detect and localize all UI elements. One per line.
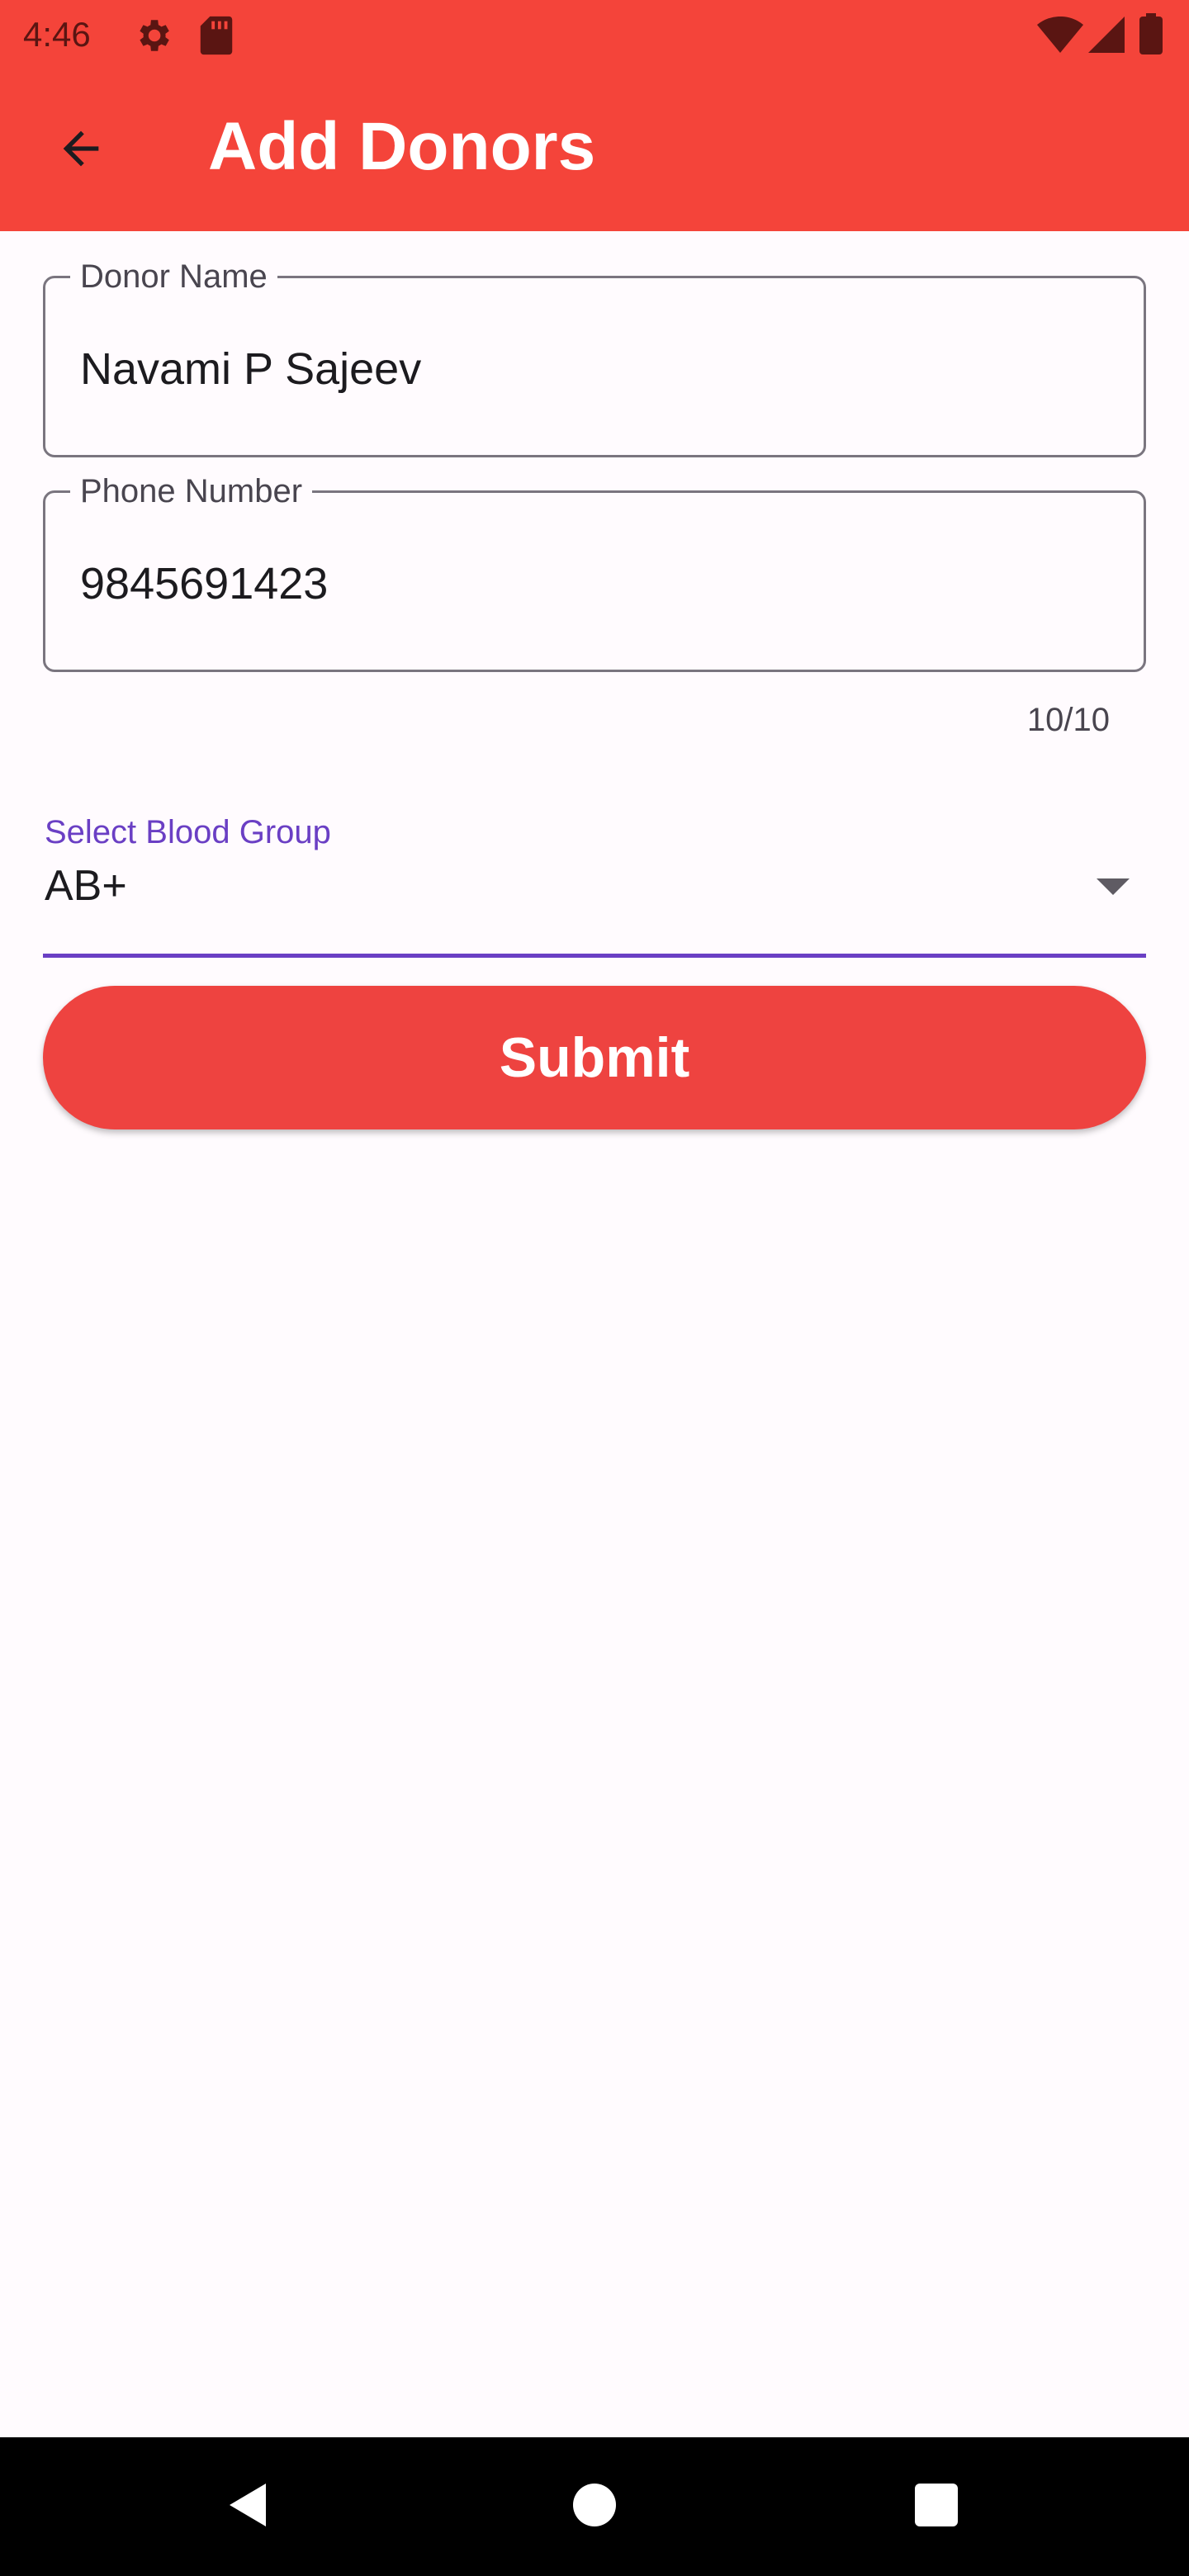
submit-label: Submit <box>499 1026 690 1089</box>
donor-name-field[interactable]: Donor Name Navami P Sajeev <box>43 255 1146 457</box>
app-bar: Add Donors <box>0 69 1189 231</box>
submit-button[interactable]: Submit <box>43 986 1146 1129</box>
nav-home-button[interactable] <box>553 2465 636 2548</box>
signal-icon <box>1088 17 1125 57</box>
blood-group-value: AB+ <box>45 862 127 910</box>
wifi-icon <box>1037 16 1083 57</box>
battery-icon <box>1139 13 1163 59</box>
home-circle-icon <box>571 2482 618 2532</box>
nav-recents-button[interactable] <box>895 2465 978 2548</box>
back-button[interactable] <box>41 111 121 190</box>
sd-card-icon <box>198 15 234 60</box>
blood-group-dropdown[interactable]: Select Blood Group AB+ <box>43 809 1146 958</box>
arrow-back-icon <box>54 122 107 179</box>
dropdown-arrow-icon <box>1097 878 1130 895</box>
gear-icon <box>132 15 173 60</box>
phone-char-counter: 10/10 <box>1026 702 1110 738</box>
page-title: Add Donors <box>208 109 596 184</box>
back-triangle-icon <box>223 2480 272 2534</box>
status-bar: 4:46 <box>0 0 1189 69</box>
phone-number-field[interactable]: Phone Number 9845691423 <box>43 470 1146 672</box>
recents-square-icon <box>913 2482 959 2532</box>
donor-name-value: Navami P Sajeev <box>80 344 422 394</box>
status-time: 4:46 <box>23 15 91 54</box>
donor-name-label: Donor Name <box>70 255 277 298</box>
phone-number-value: 9845691423 <box>80 559 329 608</box>
blood-group-label: Select Blood Group <box>45 814 331 850</box>
system-nav-bar <box>0 2437 1189 2576</box>
phone-number-label: Phone Number <box>70 470 313 513</box>
nav-back-button[interactable] <box>206 2465 289 2548</box>
